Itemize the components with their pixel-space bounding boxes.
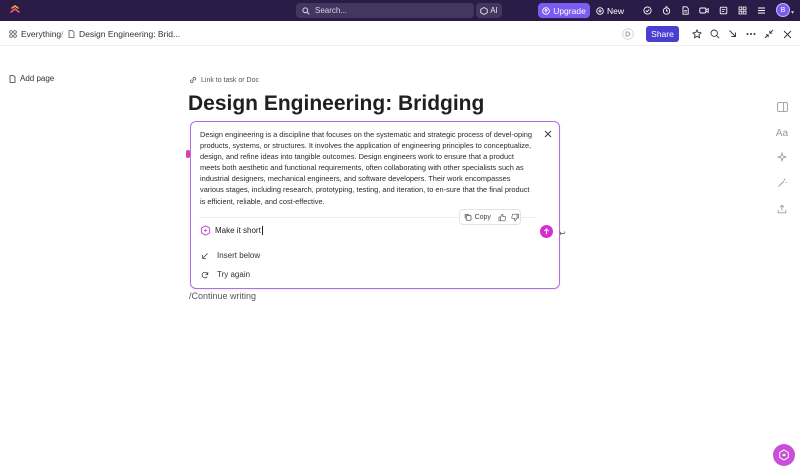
sparkle-icon[interactable] bbox=[776, 151, 788, 163]
apps-grid-icon[interactable] bbox=[736, 4, 748, 16]
share-button[interactable]: Share bbox=[646, 26, 679, 42]
breadcrumb-space-label: Everything bbox=[21, 29, 62, 39]
try-again-label: Try again bbox=[217, 270, 251, 279]
insert-below-label: Insert below bbox=[217, 251, 261, 260]
link-to-task-label: Link to task or Doc bbox=[201, 76, 259, 84]
text-caret bbox=[261, 226, 263, 236]
upgrade-button[interactable]: Upgrade bbox=[538, 3, 590, 18]
search-placeholder: Search... bbox=[315, 6, 348, 15]
add-page-button[interactable]: Add page bbox=[9, 74, 54, 83]
star-icon[interactable] bbox=[691, 28, 703, 40]
check-circle-icon[interactable] bbox=[641, 4, 653, 16]
ai-brain-icon bbox=[779, 449, 789, 461]
ai-button-label: AI bbox=[490, 6, 498, 15]
cursor-indicator: ↩ bbox=[559, 229, 566, 238]
continue-writing-command[interactable]: /Continue writing bbox=[189, 291, 256, 301]
plus-circle-icon bbox=[596, 6, 604, 15]
refresh-icon bbox=[201, 271, 209, 278]
add-page-label: Add page bbox=[20, 74, 55, 83]
avatar[interactable]: B bbox=[776, 3, 790, 17]
search-icon bbox=[302, 6, 310, 15]
grid-icon bbox=[9, 30, 17, 38]
more-icon[interactable] bbox=[745, 28, 757, 40]
clickup-logo[interactable] bbox=[10, 5, 20, 16]
arrow-up-icon bbox=[544, 228, 549, 235]
ai-icon bbox=[480, 6, 488, 15]
link-to-task-button[interactable]: Link to task or Doc bbox=[189, 76, 259, 84]
close-icon[interactable] bbox=[781, 28, 793, 40]
ai-floating-button[interactable] bbox=[773, 444, 795, 466]
notepad-icon[interactable] bbox=[717, 4, 729, 16]
page-title[interactable]: Design Engineering: Bridging bbox=[188, 92, 484, 116]
breadcrumb-separator: / bbox=[61, 29, 64, 39]
link-icon bbox=[189, 76, 197, 84]
breadcrumb-space[interactable]: Everything bbox=[9, 29, 61, 39]
share-label: Share bbox=[651, 29, 674, 39]
ai-button[interactable]: AI bbox=[476, 3, 502, 18]
copy-icon[interactable] bbox=[464, 213, 472, 221]
upload-icon[interactable] bbox=[776, 203, 788, 215]
copy-button[interactable]: Copy bbox=[475, 214, 491, 221]
search-icon[interactable] bbox=[709, 28, 721, 40]
thumbs-up-icon[interactable] bbox=[498, 213, 507, 222]
document-icon bbox=[68, 30, 75, 38]
chevron-down-icon[interactable]: ▾ bbox=[791, 9, 794, 16]
search-bar[interactable]: Search... bbox=[296, 3, 474, 18]
response-actions: Copy bbox=[459, 209, 521, 225]
menu-icon[interactable] bbox=[755, 4, 767, 16]
new-label: New bbox=[607, 5, 625, 16]
text-format-icon[interactable]: Aa bbox=[776, 127, 788, 139]
ai-assistant-panel: Design engineering is a discipline that … bbox=[190, 121, 560, 289]
add-page-icon bbox=[9, 74, 16, 83]
insert-below-option[interactable]: Insert below bbox=[201, 251, 260, 260]
collapse-icon[interactable] bbox=[763, 28, 775, 40]
breadcrumb-doc[interactable]: Design Engineering: Brid... bbox=[68, 29, 180, 39]
ai-prompt-input[interactable]: Make it short bbox=[215, 226, 515, 236]
breadcrumb-doc-label: Design Engineering: Brid... bbox=[79, 29, 181, 39]
arrow-down-left-icon bbox=[202, 252, 208, 259]
tag-icon[interactable] bbox=[622, 28, 634, 40]
upgrade-label: Upgrade bbox=[553, 5, 586, 16]
top-bar: Search... AI Upgrade New B ▾ bbox=[0, 0, 800, 21]
video-icon[interactable] bbox=[698, 4, 710, 16]
sidebar-toggle-icon[interactable] bbox=[776, 101, 788, 113]
ai-response-text: Design engineering is a discipline that … bbox=[200, 130, 532, 206]
thumbs-down-icon[interactable] bbox=[511, 213, 520, 222]
try-again-option[interactable]: Try again bbox=[201, 270, 250, 279]
close-icon[interactable] bbox=[543, 129, 553, 139]
avatar-initial: B bbox=[780, 6, 786, 14]
ai-brain-icon bbox=[200, 225, 211, 236]
document-icon[interactable] bbox=[679, 4, 691, 16]
new-button[interactable]: New bbox=[596, 3, 626, 18]
ai-prompt-value: Make it short bbox=[215, 226, 261, 235]
timer-icon[interactable] bbox=[660, 4, 672, 16]
magic-wand-icon[interactable] bbox=[776, 177, 788, 189]
send-button[interactable] bbox=[540, 225, 553, 238]
upgrade-icon bbox=[542, 6, 550, 15]
export-icon[interactable] bbox=[727, 28, 739, 40]
